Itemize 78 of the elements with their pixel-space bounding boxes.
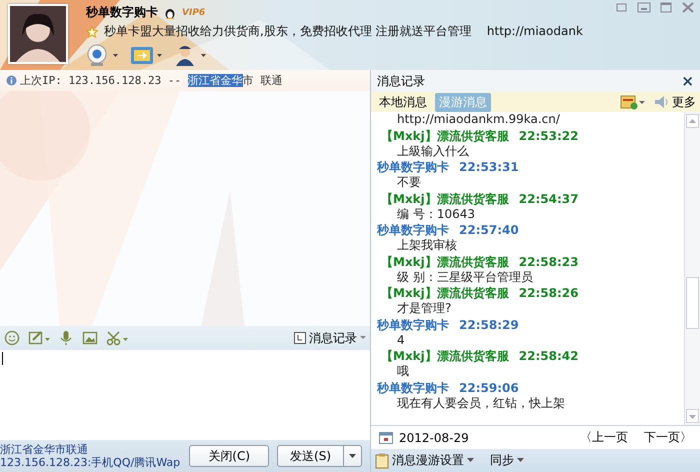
message-text: 编 号：10643 [396,206,476,222]
message-time: 22:57:40 [459,222,519,238]
message-time: 22:58:26 [518,285,578,301]
message-text: 哦 [396,364,410,380]
date-text: 2012-08-29 [399,430,469,444]
close-button[interactable] [680,0,696,15]
message-manager-icon [620,94,646,110]
sender-name: 【Mxkj】漂流供货客服 [381,285,509,301]
message-time: 22:59:06 [459,380,519,396]
client-source-text: 123.156.128.23:手机QQ/腾讯Wap [0,456,180,469]
message-time: 22:53:22 [518,128,578,144]
send-file-button[interactable] [130,44,164,66]
sender-name: 【Mxkj】漂流供货客服 [381,128,509,144]
sync-button[interactable]: 同步 [490,452,524,469]
sender-name: 【Mxkj】漂流供货客服 [381,190,509,206]
font-edit-icon[interactable] [28,330,50,346]
contact-name: 秒单数字购卡 [86,4,158,21]
caret-icon [517,458,524,463]
webcam-button[interactable] [86,44,120,66]
star-icon[interactable] [86,26,98,38]
close-icon [680,0,696,15]
panel-title: 消息记录 [377,72,425,90]
signature-text: 秒单卡盟大量招收给力供货商,股东，免费招收代理 注册就送平台管理 http://miaodank [104,23,583,40]
emoji-icon[interactable] [4,330,20,346]
more-button[interactable]: 更多 [654,94,696,110]
caret-icon [349,454,356,458]
webcam-icon [86,44,120,66]
microphone-icon[interactable] [58,330,74,346]
message-manager-button[interactable] [620,94,646,110]
image-icon[interactable] [82,330,98,346]
message-text: 级 别：三星级平台管理员 [396,270,534,285]
caret-icon [360,335,366,341]
roaming-settings-button[interactable]: 消息漫游设置 [375,452,474,469]
caret-icon [467,458,474,463]
message-time: 22:58:42 [518,348,578,364]
scroll-thumb[interactable] [686,277,699,329]
sender-name: 【Mxkj】漂流供货客服 [381,348,509,364]
minimize-icon [636,0,652,15]
clock-icon [294,332,306,344]
contact-info-button[interactable] [174,44,208,66]
minimize-button[interactable] [636,0,652,15]
sender-name: 秒单数字购卡 [377,316,449,332]
message-history-button[interactable]: 消息记录 [294,330,366,346]
previous-page-link[interactable]: 〈上一页 [580,429,628,446]
message-time: 22:58:29 [459,316,519,332]
vip-label: VIP6 [182,8,206,18]
message-text: http://miaodankm.99ka.cn/ [396,112,561,128]
scrollbar[interactable] [684,112,700,425]
maximize-button[interactable] [658,0,674,15]
message-input[interactable] [0,350,370,440]
sender-name: 秒单数字购卡 [377,222,449,238]
message-text: 上級输入什么 [396,144,470,159]
info-icon [6,75,17,86]
message-text: 不要 [396,175,422,190]
message-text: 才是管理? [396,301,452,316]
message-time: 22:58:23 [518,254,578,270]
message-time: 22:54:37 [518,190,578,206]
message-text: 4 [396,332,406,348]
send-file-icon [130,44,164,66]
sender-name: 秒单数字购卡 [377,159,449,175]
history-tab[interactable]: 本地消息 [375,92,431,112]
clipboard-icon [375,452,389,468]
message-text: 现在有人要会员，红钻，快上架 [396,396,566,411]
scissors-icon[interactable] [106,330,128,346]
message-text: 上架我审核 [396,238,458,254]
calendar-icon[interactable] [379,431,393,444]
contact-info-icon [174,44,208,66]
close-chat-button[interactable]: 关闭(C) [189,445,270,467]
message-time: 22:53:31 [459,159,519,175]
close-button[interactable]: × [681,72,694,90]
speaker-icon [654,95,670,109]
location-text: 浙江省金华市联通 [0,443,89,456]
maximize-icon [658,0,674,15]
penguin-icon [164,6,176,18]
send-button[interactable]: 发送(S) [277,445,362,467]
next-page-link[interactable]: 下一页〉 [644,429,692,446]
sender-name: 【Mxkj】漂流供货客服 [381,254,509,270]
sender-name: 秒单数字购卡 [377,380,449,396]
